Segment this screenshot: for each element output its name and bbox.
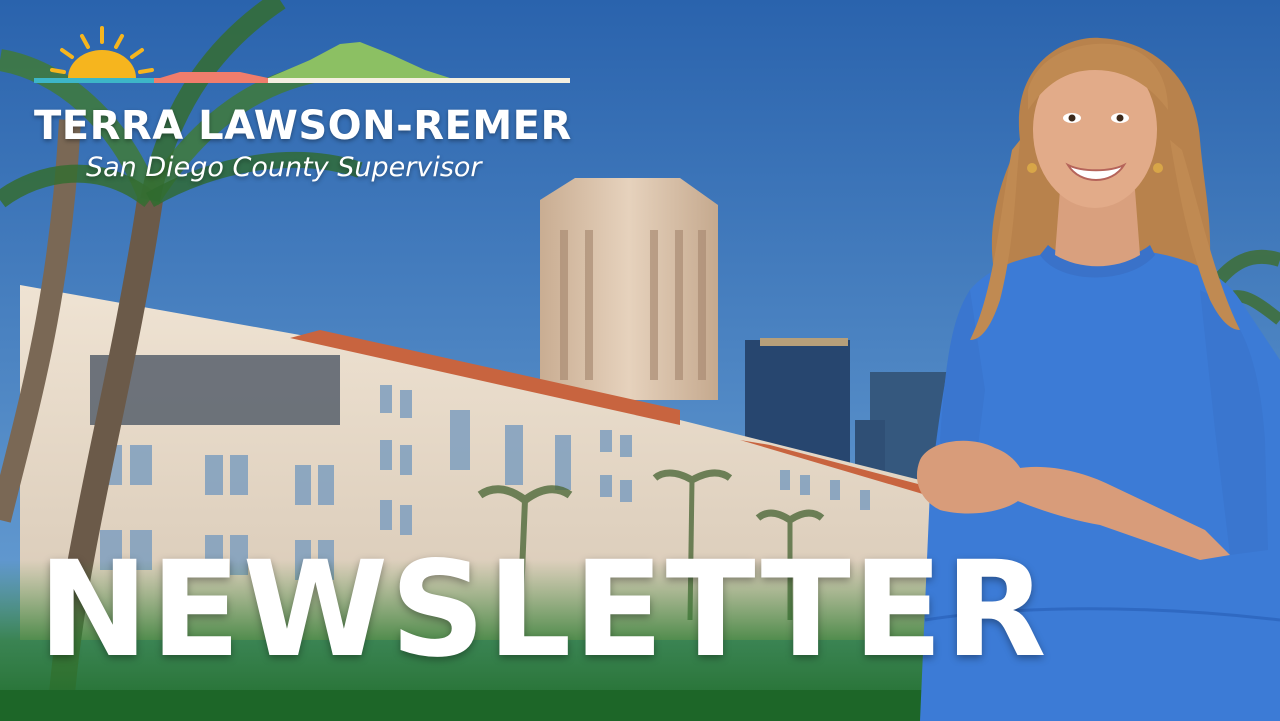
- campaign-logo: TERRA LAWSON-REMER San Diego County Supe…: [30, 22, 575, 181]
- newsletter-banner: TERRA LAWSON-REMER San Diego County Supe…: [0, 0, 1280, 721]
- supervisor-name: TERRA LAWSON-REMER: [34, 103, 572, 149]
- supervisor-title: San Diego County Supervisor: [86, 152, 482, 183]
- mountain-icon: [268, 42, 450, 78]
- newsletter-headline: NEWSLETTER: [38, 533, 1049, 687]
- logo-graphic: [34, 26, 570, 83]
